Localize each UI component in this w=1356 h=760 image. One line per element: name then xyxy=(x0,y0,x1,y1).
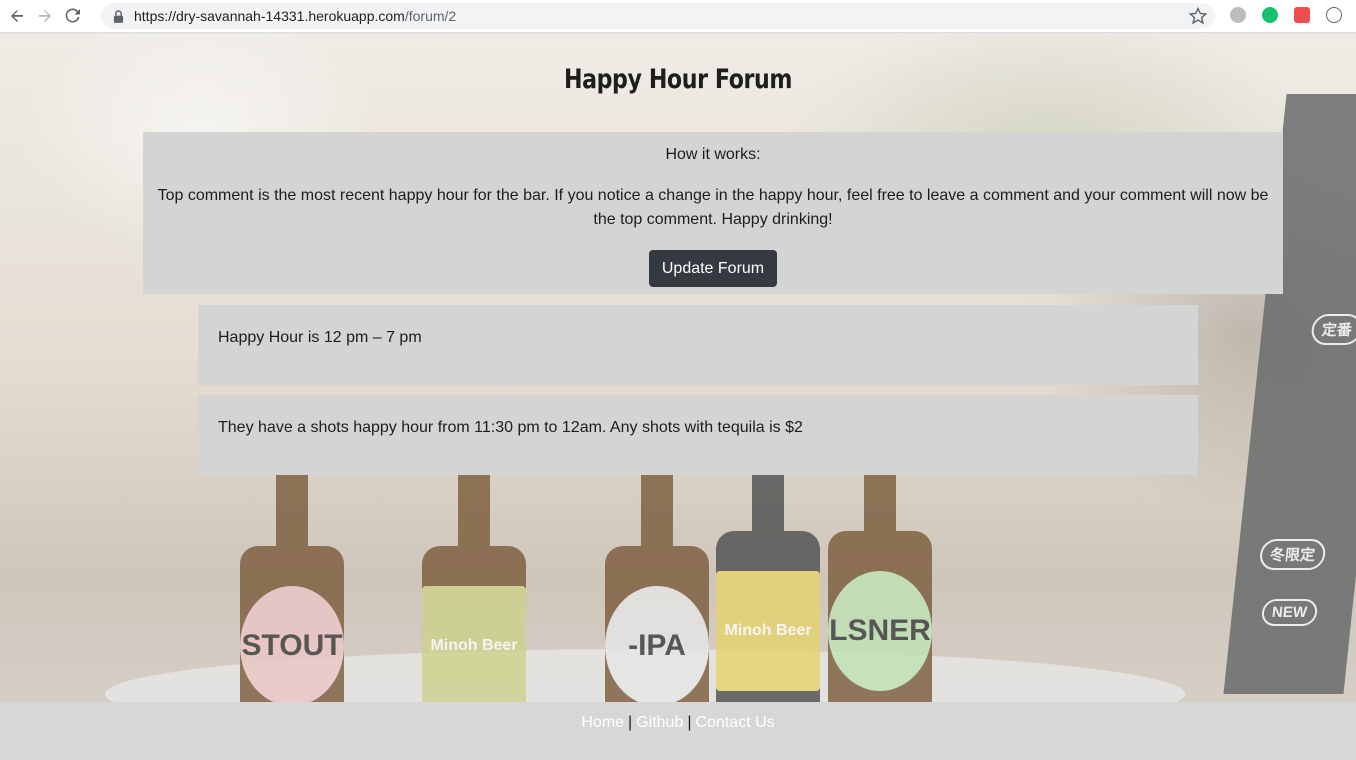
extension-icon-red[interactable] xyxy=(1294,7,1310,23)
how-it-works-heading: How it works: xyxy=(665,146,761,163)
address-bar[interactable]: https://dry-savannah-14331.herokuapp.com… xyxy=(101,3,1215,29)
footer-link-contact[interactable]: Contact Us xyxy=(696,714,775,731)
comment-card: Happy Hour is 12 pm – 7 pm xyxy=(198,305,1198,385)
forward-icon[interactable] xyxy=(34,5,56,27)
browser-toolbar: https://dry-savannah-14331.herokuapp.com… xyxy=(0,0,1356,33)
url-text: https://dry-savannah-14331.herokuapp.com… xyxy=(134,8,457,24)
comment-text: They have a shots happy hour from 11:30 … xyxy=(218,419,803,436)
lock-icon xyxy=(113,9,125,23)
comment-card: They have a shots happy hour from 11:30 … xyxy=(198,395,1198,475)
grammarly-icon[interactable] xyxy=(1262,7,1278,23)
footer-separator: | xyxy=(628,714,633,731)
page-content: 定番 冬限定 NEW STOUT Minoh Beer -IPA Minoh B… xyxy=(0,34,1356,760)
back-icon[interactable] xyxy=(6,5,28,27)
how-it-works-text: Top comment is the most recent happy hou… xyxy=(157,187,1269,228)
reload-icon[interactable] xyxy=(62,5,84,27)
extension-icon-grey[interactable] xyxy=(1230,7,1246,23)
how-it-works-panel: How it works: Top comment is the most re… xyxy=(143,132,1283,294)
footer-link-github[interactable]: Github xyxy=(636,714,683,731)
comment-text: Happy Hour is 12 pm – 7 pm xyxy=(218,329,422,346)
footer: Home | Github | Contact Us xyxy=(0,702,1356,760)
update-forum-button[interactable]: Update Forum xyxy=(648,250,778,287)
star-icon[interactable] xyxy=(1188,6,1208,25)
page-title: Happy Hour Forum xyxy=(563,64,793,95)
profile-icon[interactable] xyxy=(1326,7,1342,23)
footer-separator: | xyxy=(687,714,692,731)
footer-link-home[interactable]: Home xyxy=(581,714,624,731)
